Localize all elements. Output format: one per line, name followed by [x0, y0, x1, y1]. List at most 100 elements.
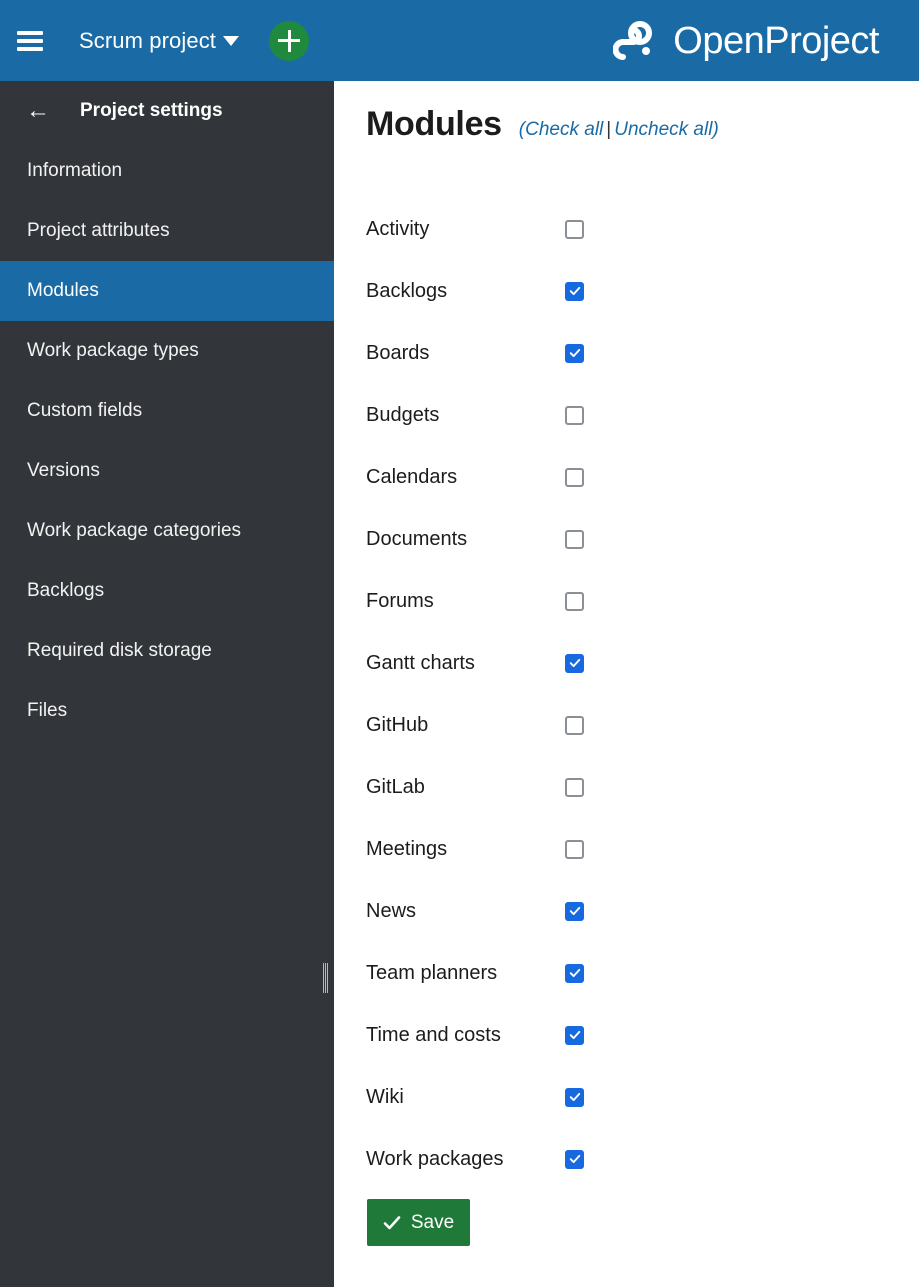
top-navigation-bar: Scrum project OpenProject — [0, 0, 919, 81]
plus-icon — [278, 29, 301, 52]
module-label-calendars[interactable]: Calendars — [366, 466, 457, 489]
check-icon — [569, 1092, 580, 1102]
close-paren: ) — [712, 119, 719, 140]
module-row: GitLab — [366, 756, 919, 818]
add-button[interactable] — [269, 20, 310, 61]
module-checkbox-documents[interactable] — [565, 529, 584, 549]
arrow-left-icon[interactable]: ← — [26, 99, 54, 123]
module-checkbox-news[interactable] — [565, 901, 584, 921]
module-checkbox-forums[interactable] — [565, 591, 584, 611]
module-checkbox-team-planners[interactable] — [565, 963, 584, 983]
check-icon — [569, 1154, 580, 1164]
module-checkbox-time-and-costs[interactable] — [565, 1025, 584, 1045]
sidebar-resize-handle-icon[interactable] — [322, 963, 328, 993]
sidebar-nav-list: Information Project attributes Modules Work… — [0, 141, 334, 741]
hamburger-bar — [17, 38, 43, 43]
sidebar-item-modules[interactable]: Modules — [0, 261, 334, 321]
openproject-logo[interactable]: OpenProject — [613, 19, 879, 62]
module-label-news[interactable]: News — [366, 900, 416, 923]
module-checkbox-github[interactable] — [565, 715, 584, 735]
module-checkbox-wiki[interactable] — [565, 1087, 584, 1107]
check-all-link[interactable]: Check all — [525, 119, 603, 140]
module-checkbox-gantt-charts[interactable] — [565, 653, 584, 673]
project-settings-sidebar: ← Project settings Information Project at… — [0, 81, 334, 1287]
modules-checkbox-list: Activity Backlogs Boards Budgets Calendars Do… — [334, 198, 919, 1190]
module-checkbox-activity[interactable] — [565, 219, 584, 239]
save-button-label: Save — [410, 1211, 455, 1233]
module-row: Activity — [366, 198, 919, 260]
module-label-gantt-charts[interactable]: Gantt charts — [366, 652, 475, 675]
link-separator: | — [606, 119, 612, 140]
check-icon — [569, 906, 580, 916]
sidebar-item-work-package-categories[interactable]: Work package categories — [0, 501, 334, 561]
sidebar-item-label: Backlogs — [27, 580, 105, 601]
module-label-meetings[interactable]: Meetings — [366, 838, 447, 861]
hamburger-bar — [17, 46, 43, 51]
sidebar-item-files[interactable]: Files — [0, 681, 334, 741]
module-row: Documents — [366, 508, 919, 570]
module-row: Meetings — [366, 818, 919, 880]
module-label-backlogs[interactable]: Backlogs — [366, 280, 447, 303]
module-row: Calendars — [366, 446, 919, 508]
module-label-team-planners[interactable]: Team planners — [366, 962, 497, 985]
module-label-github[interactable]: GitHub — [366, 714, 428, 737]
module-checkbox-boards[interactable] — [565, 343, 584, 363]
hamburger-bar — [17, 30, 43, 35]
module-checkbox-work-packages[interactable] — [565, 1149, 584, 1169]
brand-name-label: OpenProject — [673, 19, 879, 62]
uncheck-all-link[interactable]: Uncheck all — [614, 119, 712, 140]
sidebar-item-label: Versions — [27, 460, 100, 481]
module-label-activity[interactable]: Activity — [366, 218, 429, 241]
module-row: Work packages — [366, 1128, 919, 1190]
module-label-time-and-costs[interactable]: Time and costs — [366, 1024, 501, 1047]
module-label-forums[interactable]: Forums — [366, 590, 434, 613]
module-label-gitlab[interactable]: GitLab — [366, 776, 425, 799]
module-checkbox-gitlab[interactable] — [565, 777, 584, 797]
hamburger-menu-icon[interactable] — [17, 30, 43, 51]
module-label-work-packages[interactable]: Work packages — [366, 1148, 503, 1171]
sidebar-item-project-attributes[interactable]: Project attributes — [0, 201, 334, 261]
module-row: Boards — [366, 322, 919, 384]
openproject-modules-page: Scrum project OpenProject ← Project sett… — [0, 0, 919, 1287]
main-content: Modules (Check all | Uncheck all) Activity… — [334, 81, 919, 1287]
sidebar-item-label: Required disk storage — [27, 640, 212, 661]
module-row: Gantt charts — [366, 632, 919, 694]
module-checkbox-meetings[interactable] — [565, 839, 584, 859]
module-label-boards[interactable]: Boards — [366, 342, 429, 365]
module-checkbox-backlogs[interactable] — [565, 281, 584, 301]
check-icon — [383, 1215, 401, 1229]
openproject-logo-icon — [613, 20, 653, 60]
sidebar-item-information[interactable]: Information — [0, 141, 334, 201]
check-icon — [569, 658, 580, 668]
sidebar-item-work-package-types[interactable]: Work package types — [0, 321, 334, 381]
sidebar-item-backlogs[interactable]: Backlogs — [0, 561, 334, 621]
module-row: Time and costs — [366, 1004, 919, 1066]
sidebar-item-custom-fields[interactable]: Custom fields — [0, 381, 334, 441]
module-row: Forums — [366, 570, 919, 632]
module-row: GitHub — [366, 694, 919, 756]
project-name-label: Scrum project — [79, 27, 217, 53]
module-checkbox-budgets[interactable] — [565, 405, 584, 425]
page-title: Modules — [366, 105, 502, 143]
module-row: Team planners — [366, 942, 919, 1004]
module-checkbox-calendars[interactable] — [565, 467, 584, 487]
module-row: Budgets — [366, 384, 919, 446]
sidebar-item-label: Information — [27, 160, 123, 181]
page-header: Modules (Check all | Uncheck all) — [334, 81, 919, 144]
save-button[interactable]: Save — [367, 1199, 470, 1246]
module-label-wiki[interactable]: Wiki — [366, 1086, 404, 1109]
sidebar-item-versions[interactable]: Versions — [0, 441, 334, 501]
chevron-down-icon — [223, 35, 240, 46]
sidebar-item-label: Work package types — [27, 340, 199, 361]
sidebar-item-required-disk-storage[interactable]: Required disk storage — [0, 621, 334, 681]
module-label-documents[interactable]: Documents — [366, 528, 467, 551]
module-row: Wiki — [366, 1066, 919, 1128]
sidebar-title: Project settings — [80, 100, 223, 121]
module-row: News — [366, 880, 919, 942]
module-label-budgets[interactable]: Budgets — [366, 404, 439, 427]
module-row: Backlogs — [366, 260, 919, 322]
sidebar-back-header[interactable]: ← Project settings — [0, 81, 334, 141]
check-icon — [569, 286, 580, 296]
sidebar-item-label: Files — [27, 700, 68, 721]
project-selector[interactable]: Scrum project — [79, 27, 240, 54]
